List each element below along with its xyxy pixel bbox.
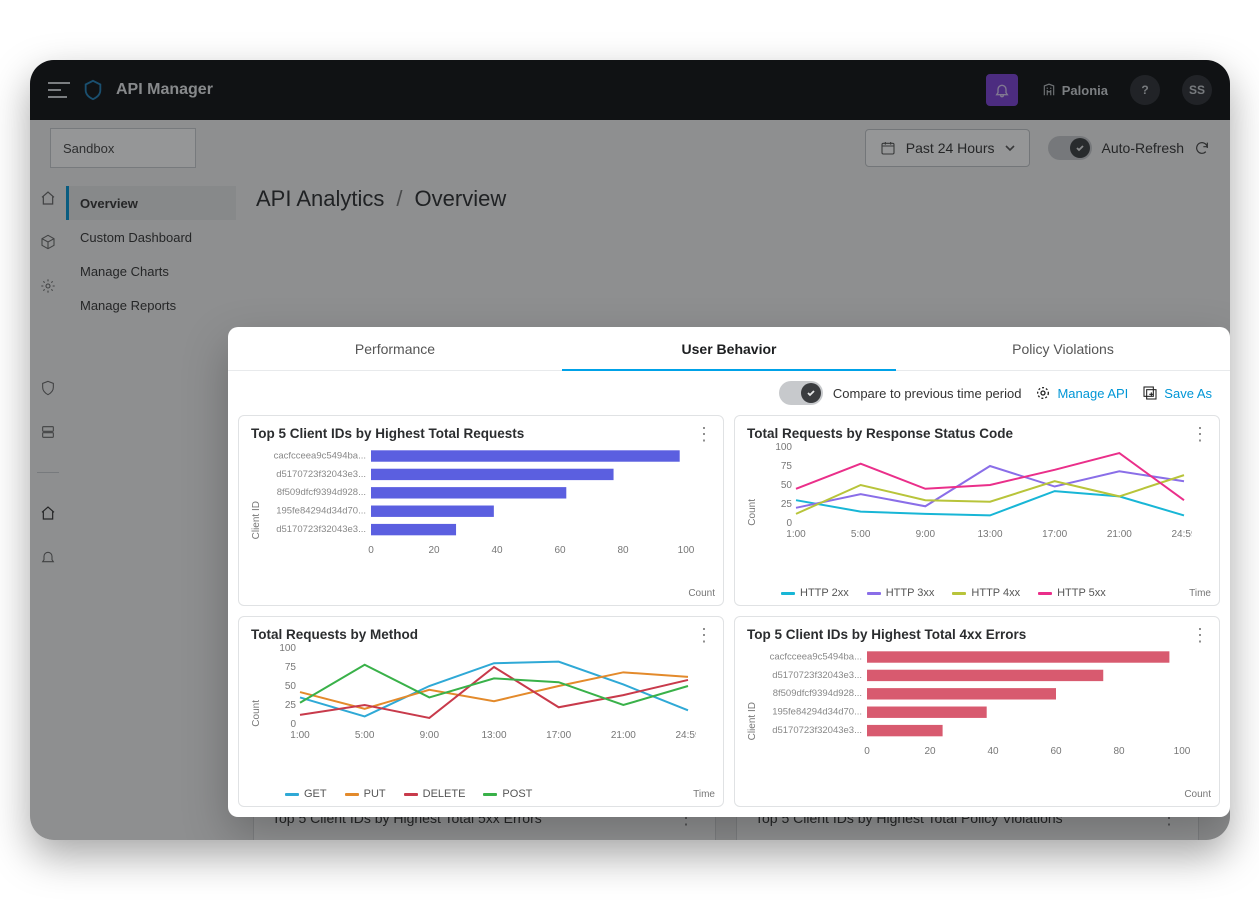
chart-grid: Top 5 Client IDs by Highest Total Reques… — [228, 415, 1230, 817]
x-axis-label: Count — [688, 588, 715, 599]
svg-text:d5170723f32043e3...: d5170723f32043e3... — [276, 524, 366, 535]
compare-toggle[interactable] — [779, 381, 823, 405]
svg-text:25: 25 — [781, 499, 793, 510]
x-axis-label: Time — [693, 789, 715, 800]
manage-api-link[interactable]: Manage API — [1035, 385, 1128, 401]
svg-text:24:59: 24:59 — [675, 730, 696, 741]
svg-text:100: 100 — [678, 545, 695, 556]
tab-label: Policy Violations — [1012, 341, 1114, 357]
bar-chart-4xx: cacfcceea9c5494ba... d5170723f32043e3... 8… — [762, 642, 1192, 762]
svg-text:d5170723f32043e3...: d5170723f32043e3... — [276, 469, 366, 480]
compare-group: Compare to previous time period — [779, 381, 1022, 405]
tab-performance[interactable]: Performance — [228, 327, 562, 370]
legend-item: HTTP 4xx — [952, 587, 1020, 599]
legend-item: HTTP 5xx — [1038, 587, 1106, 599]
compare-label: Compare to previous time period — [833, 386, 1022, 401]
x-axis-label: Count — [1184, 789, 1211, 800]
save-as-label: Save As — [1164, 386, 1212, 401]
svg-text:8f509dfcf9394d928...: 8f509dfcf9394d928... — [277, 487, 366, 498]
card-title: Total Requests by Method — [251, 627, 711, 642]
card-title: Total Requests by Response Status Code — [747, 426, 1207, 441]
svg-text:d5170723f32043e3...: d5170723f32043e3... — [772, 725, 862, 736]
svg-text:195fe84294d34d70...: 195fe84294d34d70... — [276, 506, 366, 517]
line-chart-status: 0 25 50 75 100 1:00 5:00 9:00 13:00 17:00 21:00 24:… — [762, 441, 1192, 541]
svg-text:5:00: 5:00 — [851, 529, 871, 540]
svg-text:60: 60 — [1050, 746, 1062, 757]
svg-text:5:00: 5:00 — [355, 730, 375, 741]
app-frame: API Manager Palonia ? SS Sandbox Past 24… — [30, 60, 1230, 840]
user-behavior-modal: Performance User Behavior Policy Violati… — [228, 327, 1230, 817]
manage-api-label: Manage API — [1057, 386, 1128, 401]
gear-dashed-icon — [1035, 385, 1051, 401]
legend-item: DELETE — [404, 788, 466, 800]
svg-text:8f509dfcf9394d928...: 8f509dfcf9394d928... — [773, 688, 862, 699]
svg-text:75: 75 — [781, 461, 793, 472]
svg-text:13:00: 13:00 — [481, 730, 506, 741]
tab-label: Performance — [355, 341, 435, 357]
svg-text:21:00: 21:00 — [1107, 529, 1132, 540]
card-status-code: Total Requests by Response Status Code ⋮… — [734, 415, 1220, 606]
card-top5-4xx: Top 5 Client IDs by Highest Total 4xx Er… — [734, 616, 1220, 807]
svg-text:0: 0 — [290, 719, 296, 730]
legend-item: POST — [483, 788, 532, 800]
tab-policy-violations[interactable]: Policy Violations — [896, 327, 1230, 370]
tab-label: User Behavior — [682, 341, 777, 357]
legend-item: HTTP 3xx — [867, 587, 935, 599]
svg-text:9:00: 9:00 — [420, 730, 440, 741]
svg-text:0: 0 — [368, 545, 374, 556]
svg-text:13:00: 13:00 — [977, 529, 1002, 540]
svg-text:24:59: 24:59 — [1171, 529, 1192, 540]
y-axis-label: Client ID — [747, 702, 758, 740]
svg-text:0: 0 — [864, 746, 870, 757]
svg-text:80: 80 — [617, 545, 629, 556]
svg-text:17:00: 17:00 — [1042, 529, 1067, 540]
legend-item: PUT — [345, 788, 386, 800]
svg-text:50: 50 — [285, 681, 297, 692]
svg-text:d5170723f32043e3...: d5170723f32043e3... — [772, 670, 862, 681]
modal-tabs: Performance User Behavior Policy Violati… — [228, 327, 1230, 371]
svg-text:195fe84294d34d70...: 195fe84294d34d70... — [772, 707, 862, 718]
svg-text:1:00: 1:00 — [290, 730, 310, 741]
y-axis-label: Client ID — [251, 501, 262, 539]
card-top5-requests: Top 5 Client IDs by Highest Total Reques… — [238, 415, 724, 606]
legend-item: GET — [285, 788, 327, 800]
svg-text:20: 20 — [924, 746, 936, 757]
card-method: Total Requests by Method ⋮ Count 0255075… — [238, 616, 724, 807]
card-title: Top 5 Client IDs by Highest Total 4xx Er… — [747, 627, 1207, 642]
modal-toolbar: Compare to previous time period Manage A… — [228, 371, 1230, 415]
card-title: Top 5 Client IDs by Highest Total Reques… — [251, 426, 711, 441]
y-axis-label: Count — [251, 700, 262, 727]
svg-text:100: 100 — [1174, 746, 1191, 757]
save-as-link[interactable]: Save As — [1142, 385, 1212, 401]
legend-status: HTTP 2xx HTTP 3xx HTTP 4xx HTTP 5xx — [747, 583, 1207, 599]
legend-item: HTTP 2xx — [781, 587, 849, 599]
legend-method: GET PUT DELETE POST — [251, 784, 711, 800]
svg-text:40: 40 — [987, 746, 999, 757]
svg-text:25: 25 — [285, 700, 297, 711]
svg-text:17:00: 17:00 — [546, 730, 571, 741]
svg-text:1:00: 1:00 — [786, 529, 806, 540]
save-as-icon — [1142, 385, 1158, 401]
svg-text:20: 20 — [428, 545, 440, 556]
check-icon — [806, 388, 816, 398]
svg-text:60: 60 — [554, 545, 566, 556]
svg-text:75: 75 — [285, 662, 297, 673]
svg-text:21:00: 21:00 — [611, 730, 636, 741]
bar-chart-requests: cacfcceea9c5494ba... d5170723f32043e3... 8… — [266, 441, 696, 561]
y-axis-label: Count — [747, 499, 758, 526]
line-chart-method: 0 25 50 75 100 1:00 5:00 9:00 13:00 17:00 21:00 24:… — [266, 642, 696, 742]
svg-text:40: 40 — [491, 545, 503, 556]
svg-text:50: 50 — [781, 480, 793, 491]
svg-text:80: 80 — [1113, 746, 1125, 757]
svg-text:100: 100 — [279, 643, 296, 654]
svg-text:9:00: 9:00 — [916, 529, 936, 540]
tab-user-behavior[interactable]: User Behavior — [562, 327, 896, 370]
svg-text:cacfcceea9c5494ba...: cacfcceea9c5494ba... — [770, 651, 862, 662]
svg-text:100: 100 — [775, 442, 792, 453]
svg-text:cacfcceea9c5494ba...: cacfcceea9c5494ba... — [274, 450, 366, 461]
svg-text:0: 0 — [786, 518, 792, 529]
x-axis-label: Time — [1189, 588, 1211, 599]
